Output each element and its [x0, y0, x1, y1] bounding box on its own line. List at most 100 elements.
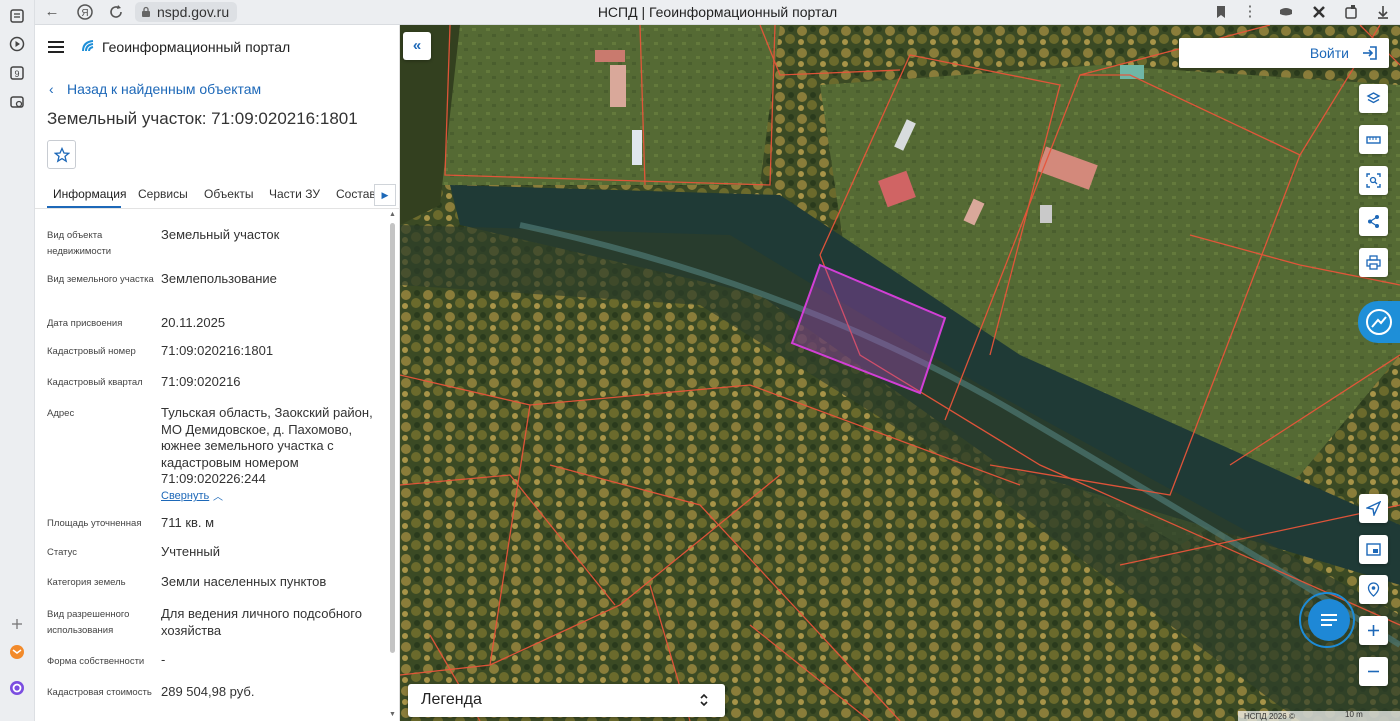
field-label: Площадь уточненная — [47, 518, 142, 529]
field-value: 20.11.2025 — [161, 315, 226, 330]
login-label: Войти — [1309, 45, 1349, 61]
favorite-button[interactable] — [47, 140, 76, 169]
tabs-scroll-right-button[interactable]: ▶ — [374, 184, 396, 206]
login-icon — [1363, 46, 1377, 60]
field-label: Вид объекта недвижимости — [47, 230, 112, 257]
counter-icon[interactable]: 9 — [9, 65, 25, 81]
field-label: Вид разрешенного использования — [47, 609, 130, 636]
satellite-map[interactable] — [400, 25, 1400, 721]
layers-button[interactable] — [1359, 84, 1388, 113]
login-button[interactable]: Войти — [1179, 38, 1389, 68]
locate-button[interactable] — [1359, 494, 1388, 523]
info-panel: Геоинформационный портал ‹ Назад к найден… — [35, 25, 400, 721]
basemap-icon — [1366, 543, 1381, 556]
add-icon[interactable] — [9, 616, 25, 632]
area-search-button[interactable] — [1359, 166, 1388, 195]
download-icon[interactable] — [1374, 3, 1392, 21]
scroll-down-arrow-icon[interactable]: ▼ — [389, 711, 396, 718]
more-menu-icon[interactable]: ⋮ — [1241, 3, 1259, 21]
geo-search-button[interactable] — [1359, 575, 1388, 604]
area-search-icon — [1366, 173, 1381, 188]
portal-title: Геоинформационный портал — [102, 39, 291, 55]
field-label: Кадастровый квартал — [47, 377, 143, 388]
scroll-up-arrow-icon[interactable]: ▲ — [389, 211, 396, 218]
collapse-panel-button[interactable]: « — [403, 32, 431, 60]
field-label: Вид земельного участка — [47, 274, 154, 285]
plus-icon — [1368, 625, 1379, 636]
map-view[interactable]: « Войти Легенда НСПД 2026 © 10 m — [400, 25, 1400, 721]
print-icon — [1366, 255, 1381, 270]
field-value: 289 504,98 руб. — [161, 684, 255, 699]
chat-support-button[interactable] — [1299, 592, 1355, 648]
field-value: 71:09:020216:1801 — [161, 343, 274, 358]
back-arrow-icon[interactable]: ← — [43, 3, 61, 21]
field-value: Для ведения личного подсобного хозяйства — [161, 606, 362, 638]
legend-label: Легенда — [421, 691, 482, 708]
field-label: Категория земель — [47, 577, 126, 588]
star-icon — [54, 147, 70, 163]
share-button[interactable] — [1359, 207, 1388, 236]
field-label: Статус — [47, 547, 78, 558]
field-label: Дата присвоения — [47, 318, 123, 329]
play-icon[interactable] — [9, 36, 25, 52]
minus-icon — [1368, 670, 1379, 673]
mail-app-icon[interactable] — [9, 644, 25, 660]
ruler-button[interactable] — [1359, 125, 1388, 154]
field-value: - — [161, 652, 166, 667]
tab-land-parts[interactable]: Части ЗУ — [269, 187, 320, 201]
navigation-arrow-icon — [1366, 501, 1381, 516]
menu-icon[interactable] — [48, 41, 64, 53]
share-icon — [1368, 215, 1379, 228]
browser-sidebar: 9 — [0, 0, 35, 721]
zoom-in-button[interactable] — [1359, 616, 1388, 645]
field-label: Кадастровая стоимость — [47, 687, 152, 698]
zoom-out-button[interactable] — [1359, 657, 1388, 686]
geo-search-icon — [1367, 582, 1380, 597]
media-icon[interactable] — [9, 94, 25, 110]
chevron-up-icon[interactable]: ︿ — [213, 488, 223, 503]
field-value: Учтенный — [161, 544, 221, 559]
lock-icon — [142, 6, 150, 17]
extension-x-icon[interactable] — [1310, 3, 1328, 21]
legend-dropdown[interactable]: Легенда — [408, 684, 725, 717]
print-button[interactable] — [1359, 248, 1388, 277]
ruler-icon — [1366, 136, 1381, 144]
field-label: Адрес — [47, 408, 75, 419]
panel-scrollbar-thumb[interactable] — [390, 223, 395, 653]
portal-logo-icon — [82, 40, 94, 52]
field-value: 71:09:020216 — [161, 374, 241, 389]
layers-icon — [1366, 92, 1381, 104]
map-mode-tab[interactable] — [1358, 301, 1400, 343]
url-text: nspd.gov.ru — [157, 4, 230, 20]
chat-icon — [1321, 614, 1337, 626]
map-scale-label: 10 m — [1345, 710, 1363, 719]
basemap-button[interactable] — [1359, 535, 1388, 564]
field-value: Земли населенных пунктов — [161, 574, 327, 589]
extensions-icon[interactable] — [1343, 3, 1361, 21]
back-to-results-link[interactable]: ‹ Назад к найденным объектам — [49, 81, 261, 97]
shield-icon[interactable] — [1277, 3, 1295, 21]
active-tab-indicator — [47, 206, 121, 208]
svg-text:9: 9 — [14, 69, 19, 79]
field-value: 711 кв. м — [161, 515, 215, 530]
address-bar[interactable]: nspd.gov.ru — [135, 2, 238, 22]
svg-text:Я: Я — [81, 8, 88, 19]
chevron-left-icon: ‹ — [49, 81, 54, 97]
collapse-address-link[interactable]: Свернуть — [161, 490, 209, 502]
page-tab-title: НСПД | Геоинформационный портал — [597, 4, 838, 20]
reload-icon[interactable] — [107, 3, 125, 21]
tab-objects[interactable]: Объекты — [204, 187, 254, 201]
alice-icon[interactable] — [9, 680, 25, 696]
map-mode-icon — [1366, 309, 1392, 335]
tab-information[interactable]: Информация — [53, 187, 126, 201]
back-link-label: Назад к найденным объектам — [67, 81, 262, 97]
news-icon[interactable] — [9, 8, 25, 24]
field-value: Земельный участок — [161, 227, 280, 242]
yandex-icon[interactable]: Я — [76, 3, 94, 21]
bookmark-icon[interactable] — [1212, 3, 1230, 21]
address-value: Тульская область, Заокский район, МО Дем… — [161, 405, 373, 486]
tab-services[interactable]: Сервисы — [138, 187, 188, 201]
tab-composition[interactable]: Состав — [336, 187, 376, 201]
field-label: Кадастровый номер — [47, 346, 136, 357]
field-label: Форма собственности — [47, 656, 145, 667]
